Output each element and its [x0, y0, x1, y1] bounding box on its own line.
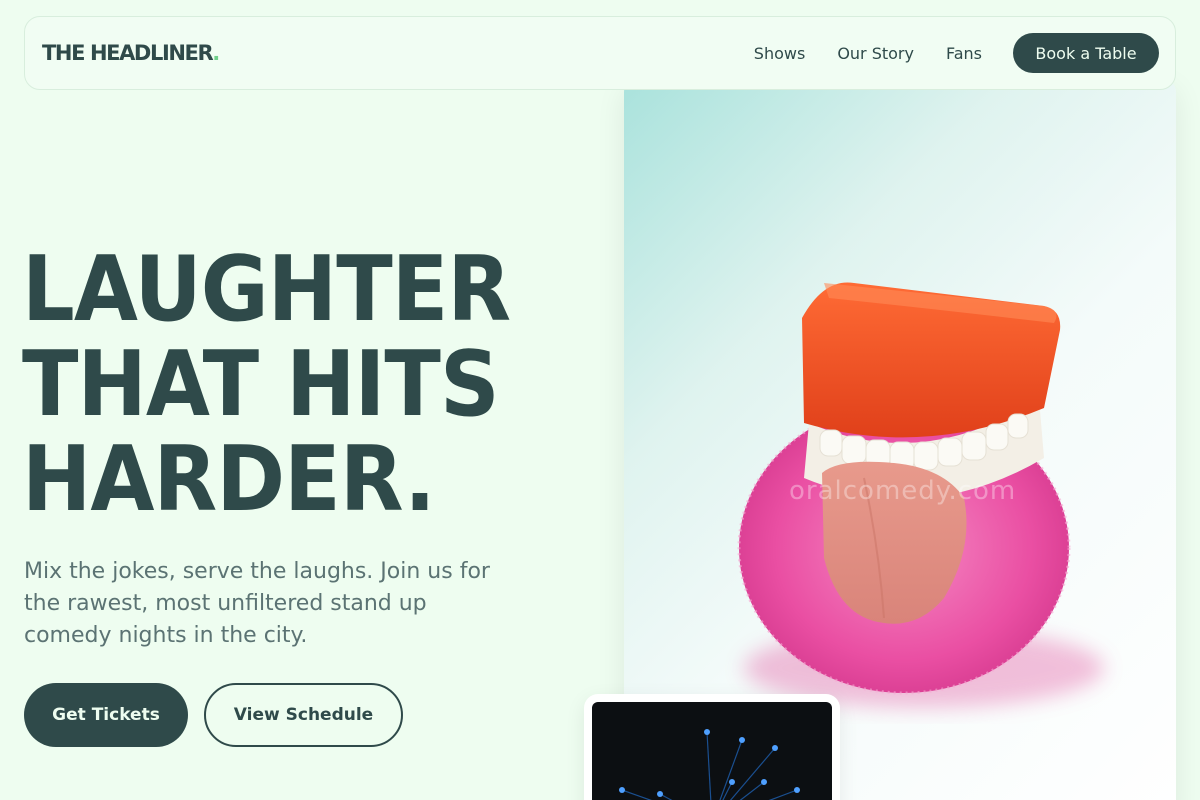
image-watermark: oralcomedy.com	[789, 476, 1017, 506]
hero-image: oralcomedy.com	[624, 78, 1176, 800]
hero-subtitle: Mix the jokes, serve the laughs. Join us…	[24, 559, 490, 648]
nav-links: Shows Our Story Fans Book a Table	[754, 33, 1159, 73]
preview-image	[592, 702, 832, 800]
hero-title-line: THAT HITS	[22, 332, 500, 437]
preview-card[interactable]	[584, 694, 840, 800]
brand-name: THE HEADLINER	[42, 41, 214, 65]
hero-title-line: LAUGHTER	[22, 237, 511, 342]
navbar: THE HEADLINER. Shows Our Story Fans Book…	[24, 16, 1176, 90]
view-schedule-button[interactable]: View Schedule	[204, 683, 403, 747]
fiber-optic-lights-photo	[619, 729, 800, 800]
nav-link-fans[interactable]: Fans	[946, 44, 982, 63]
hero-title: LAUGHTER THAT HITS HARDER.	[22, 237, 511, 532]
hero-title-line: HARDER.	[22, 427, 436, 532]
get-tickets-button[interactable]: Get Tickets	[24, 683, 188, 747]
nav-link-shows[interactable]: Shows	[754, 44, 806, 63]
brand-dot: .	[212, 41, 220, 65]
book-table-button[interactable]: Book a Table	[1013, 33, 1159, 73]
chattering-teeth-photo	[737, 282, 1104, 708]
nav-link-our-story[interactable]: Our Story	[837, 44, 914, 63]
brand-logo[interactable]: THE HEADLINER.	[42, 41, 220, 65]
